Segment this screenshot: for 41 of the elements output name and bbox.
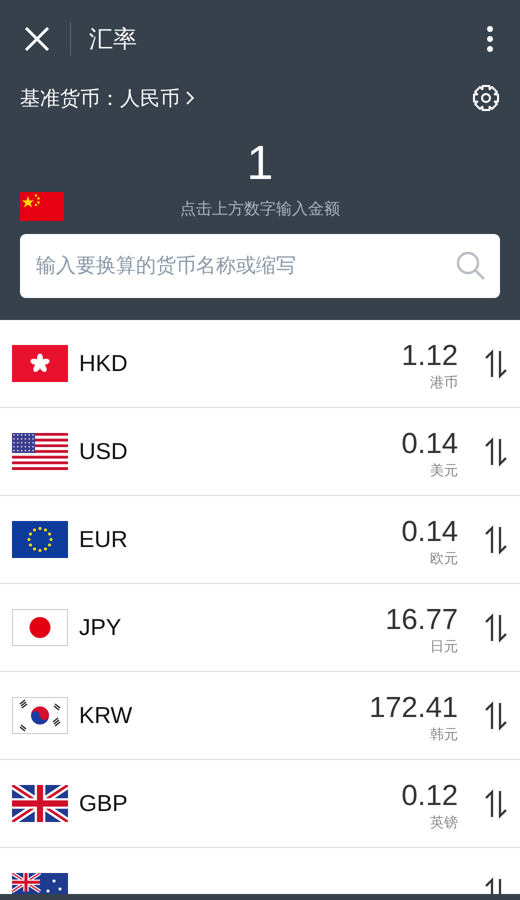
swap-icon[interactable] bbox=[484, 788, 508, 818]
close-icon bbox=[22, 24, 52, 54]
search-field[interactable]: 输入要换算的货币名称或缩写 bbox=[20, 234, 500, 298]
flag-icon bbox=[12, 521, 68, 558]
currency-name: 日元 bbox=[430, 636, 458, 656]
swap-icon[interactable] bbox=[484, 612, 508, 642]
converted-amount: 16.77 bbox=[385, 604, 458, 636]
converted-amount: 172.41 bbox=[369, 692, 458, 724]
amount-hint: 点击上方数字输入金额 bbox=[179, 200, 341, 220]
currency-code: USD bbox=[79, 438, 129, 465]
close-button[interactable] bbox=[22, 24, 52, 54]
swap-icon[interactable] bbox=[484, 700, 508, 730]
converted-amount: 0.12 bbox=[402, 780, 458, 812]
converted-amount: 0.14 bbox=[402, 516, 458, 548]
base-currency-selector[interactable]: 基准货币：人民币 bbox=[20, 84, 194, 112]
currency-code: EUR bbox=[79, 526, 129, 553]
currency-name: 美元 bbox=[430, 460, 458, 480]
chevron-icon bbox=[186, 91, 194, 105]
flag-icon bbox=[12, 609, 68, 646]
amount-value[interactable]: 1 bbox=[240, 136, 280, 192]
currency-code: KRW bbox=[79, 702, 134, 729]
flag-icon bbox=[20, 192, 64, 221]
flag-icon bbox=[12, 345, 68, 382]
swap-icon[interactable] bbox=[484, 524, 508, 554]
page-title: 汇率 bbox=[89, 25, 138, 55]
flag-icon bbox=[12, 697, 68, 734]
currency-code: JPY bbox=[79, 614, 122, 641]
currency-code: GBP bbox=[79, 790, 129, 817]
more-icon[interactable] bbox=[486, 25, 494, 53]
currency-name: 韩元 bbox=[430, 724, 458, 744]
converted-amount: 1.12 bbox=[402, 340, 458, 372]
currency-name: 英镑 bbox=[430, 812, 458, 832]
swap-icon[interactable] bbox=[484, 348, 508, 378]
flag-icon bbox=[12, 785, 68, 822]
flag-icon bbox=[12, 433, 68, 470]
currency-code: HKD bbox=[79, 350, 129, 377]
currency-name: 欧元 bbox=[430, 548, 458, 568]
currency-name: 港币 bbox=[430, 372, 458, 392]
converted-amount: 0.14 bbox=[402, 428, 458, 460]
settings-icon[interactable] bbox=[472, 84, 500, 112]
swap-icon[interactable] bbox=[484, 436, 508, 466]
